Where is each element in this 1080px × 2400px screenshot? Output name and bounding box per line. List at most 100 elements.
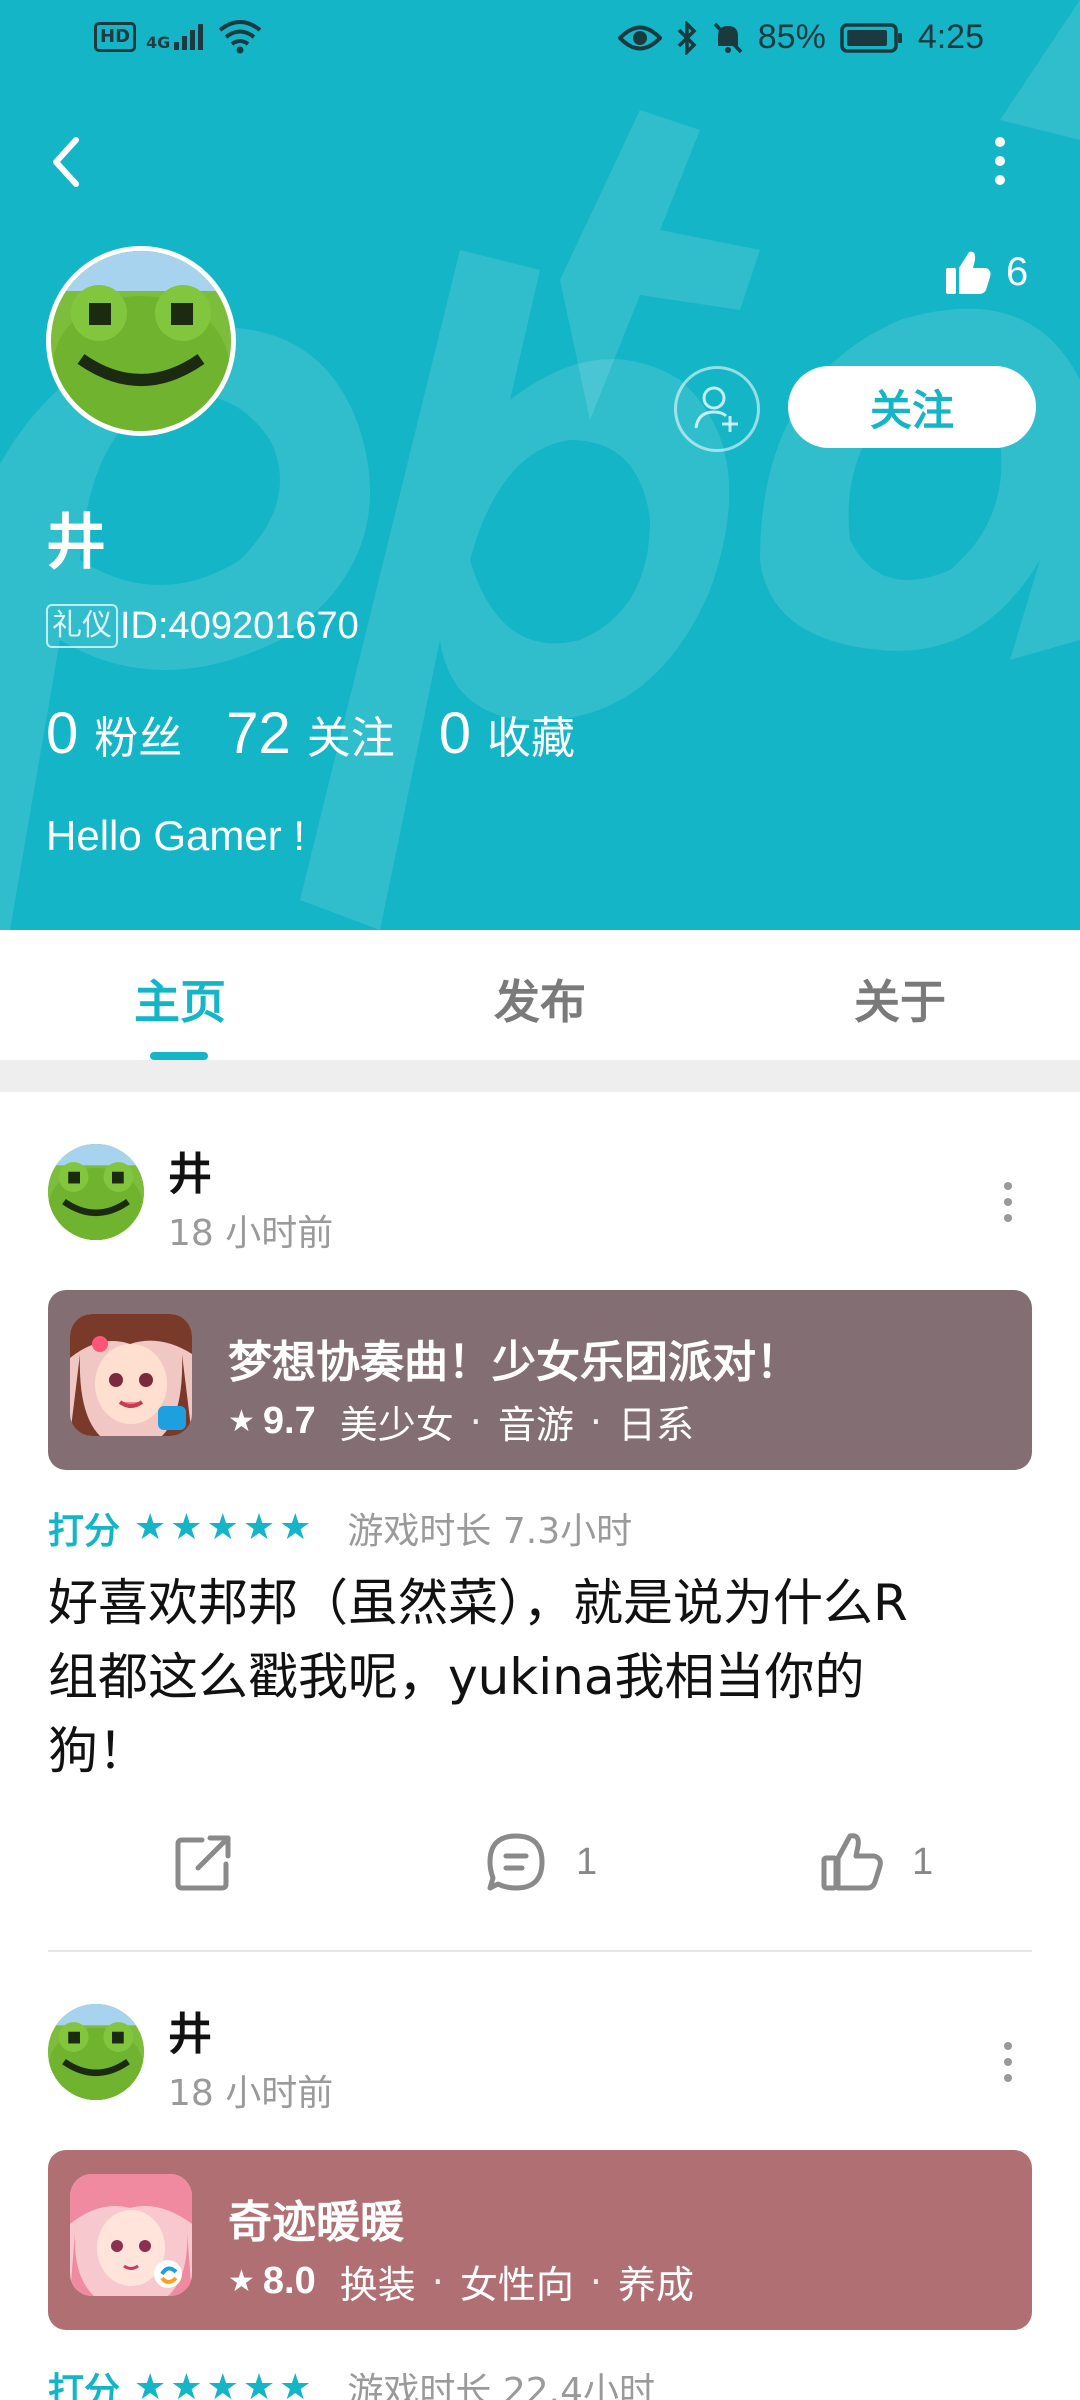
anime-girl-game-icon xyxy=(70,2174,192,2296)
rating-label: 打分 xyxy=(48,1511,121,1552)
more-options-button[interactable] xyxy=(980,126,1020,196)
comment-count: 1 xyxy=(576,1840,598,1883)
tag-separator: · xyxy=(469,1399,482,1444)
star-icon: ★ xyxy=(170,2367,203,2400)
stat-label: 粉丝 xyxy=(94,713,183,764)
title-badge: 礼仪 xyxy=(46,604,118,648)
star-rating: ★ ★ ★ ★ ★ xyxy=(134,2370,311,2400)
section-divider xyxy=(0,1060,1080,1092)
post-body-line: 好喜欢邦邦（虽然菜），就是说为什么R xyxy=(48,1574,908,1632)
post-author-avatar[interactable] xyxy=(48,2004,144,2100)
thumbs-up-outline-icon xyxy=(821,1833,883,1891)
tag-separator: · xyxy=(589,2259,602,2304)
game-tag: 养成 xyxy=(617,2263,694,2307)
follow-button[interactable]: 关注 xyxy=(788,366,1036,448)
profile-stats: 0 粉丝 72 关注 0 收藏 xyxy=(46,700,619,767)
star-rating: ★ ★ ★ ★ ★ xyxy=(134,1510,311,1546)
post-more-button[interactable] xyxy=(996,1174,1020,1234)
game-tag: 美少女 xyxy=(339,1403,454,1447)
bluetooth-icon xyxy=(677,20,697,55)
game-score: 9.7 xyxy=(262,1400,316,1442)
game-title: 奇迹暖暖 xyxy=(228,2197,404,2248)
post-body-line: 组都这么戳我呢，yukina我相当你的 xyxy=(48,1648,865,1706)
game-tag: 换装 xyxy=(339,2263,416,2307)
thumbs-up-icon xyxy=(946,251,991,294)
star-icon: ★ xyxy=(242,2367,276,2400)
star-icon: ★ xyxy=(170,1507,203,1548)
stat-label: 收藏 xyxy=(487,713,576,764)
profile-like-count: 6 xyxy=(944,248,1028,296)
star-icon: ★ xyxy=(242,1507,276,1548)
add-friend-button[interactable] xyxy=(674,366,760,452)
game-tag: 音游 xyxy=(497,1403,574,1447)
tab-home[interactable]: 主页 xyxy=(80,966,280,1032)
more-vertical-icon xyxy=(1004,2042,1012,2082)
game-tag: 女性向 xyxy=(459,2263,574,2307)
profile-avatar[interactable] xyxy=(46,246,236,436)
star-icon: ★ xyxy=(206,2367,239,2400)
clock: 4:25 xyxy=(917,18,984,56)
share-button[interactable] xyxy=(172,1830,236,1894)
star-icon: ★ xyxy=(228,1404,255,1439)
game-card[interactable]: 奇迹暖暖 ★ 8.0 换装 · 女性向 · 养成 xyxy=(48,2150,1032,2330)
feed-post: 井 18 小时前 奇迹暖暖 ★ 8.0 换装 · 女性向 · 养成 打分 ★ ★… xyxy=(0,1952,1080,2400)
game-card[interactable]: 梦想协奏曲！少女乐团派对！ ★ 9.7 美少女 · 音游 · 日系 xyxy=(48,1290,1032,1470)
eye-icon xyxy=(617,25,662,50)
tab-posts[interactable]: 发布 xyxy=(440,966,640,1032)
post-more-button[interactable] xyxy=(996,2034,1020,2094)
profile-header: HD 4G 85% 4:25 6 关注 井 礼仪 ID:409201670 0 … xyxy=(0,0,1080,930)
comment-button[interactable]: 1 xyxy=(484,1830,597,1894)
tab-about[interactable]: 关于 xyxy=(800,966,1000,1032)
mute-bell-icon xyxy=(713,22,743,53)
post-author-name[interactable]: 井 xyxy=(168,1998,212,2062)
profile-username: 井 xyxy=(46,508,106,578)
profile-tabs: 主页 发布 关于 xyxy=(0,930,1080,1060)
status-bar-right: 85% 4:25 xyxy=(617,18,984,57)
stat-following[interactable]: 72 关注 xyxy=(226,700,395,767)
rating-row: 打分 ★ ★ ★ ★ ★ 游戏时长 22.4小时 xyxy=(48,2362,655,2400)
play-time: 游戏时长 7.3小时 xyxy=(347,1511,633,1552)
like-count: 1 xyxy=(912,1840,934,1883)
profile-bio: Hello Gamer ! xyxy=(46,812,306,859)
battery-percent: 85% xyxy=(757,18,826,56)
game-meta: ★ 8.0 换装 · 女性向 · 养成 xyxy=(228,2254,694,2309)
star-icon: ★ xyxy=(206,1507,239,1548)
rating-label: 打分 xyxy=(48,2371,121,2400)
like-button[interactable]: 1 xyxy=(820,1830,933,1894)
profile-id: ID:409201670 xyxy=(120,604,359,647)
stat-label: 关注 xyxy=(306,713,395,764)
post-author-name[interactable]: 井 xyxy=(168,1138,212,1202)
comment-icon xyxy=(487,1833,545,1891)
wifi-icon xyxy=(219,20,262,54)
rating-row: 打分 ★ ★ ★ ★ ★ 游戏时长 7.3小时 xyxy=(48,1502,632,1554)
game-score: 8.0 xyxy=(262,2260,316,2302)
stat-number: 0 xyxy=(46,701,79,766)
status-bar: HD 4G 85% 4:25 xyxy=(0,0,1080,80)
feed-post: 井 18 小时前 梦想协奏曲！少女乐团派对！ ★ 9.7 美少女 · 音游 · … xyxy=(0,1092,1080,1952)
stat-favorites[interactable]: 0 收藏 xyxy=(439,700,575,767)
share-icon xyxy=(175,1835,231,1891)
stat-fans[interactable]: 0 粉丝 xyxy=(46,700,182,767)
star-icon: ★ xyxy=(279,2367,312,2400)
profile-id-row: 礼仪 ID:409201670 xyxy=(46,604,359,648)
more-vertical-icon xyxy=(1004,1182,1012,1222)
back-button[interactable] xyxy=(44,126,94,196)
star-icon: ★ xyxy=(228,2264,255,2299)
game-title: 梦想协奏曲！少女乐团派对！ xyxy=(228,1337,800,1388)
game-icon xyxy=(70,1314,192,1436)
stat-number: 0 xyxy=(438,701,472,766)
post-actions: 1 1 xyxy=(0,1830,1080,1910)
frog-avatar-image xyxy=(48,1144,144,1240)
add-user-icon xyxy=(694,386,738,432)
stat-number: 72 xyxy=(226,701,291,766)
anime-girl-game-icon xyxy=(70,1314,192,1436)
post-author-avatar[interactable] xyxy=(48,1144,144,1240)
more-vertical-icon xyxy=(995,137,1005,185)
like-number: 6 xyxy=(1006,249,1029,294)
post-body-line: 狗！ xyxy=(48,1722,148,1780)
active-tab-indicator xyxy=(150,1052,208,1060)
star-icon: ★ xyxy=(279,1507,312,1548)
post-body[interactable]: 好喜欢邦邦（虽然菜），就是说为什么R 组都这么戳我呢，yukina我相当你的 狗… xyxy=(48,1566,1038,1788)
play-time: 游戏时长 22.4小时 xyxy=(347,2371,656,2400)
brand-watermark xyxy=(0,0,1080,930)
